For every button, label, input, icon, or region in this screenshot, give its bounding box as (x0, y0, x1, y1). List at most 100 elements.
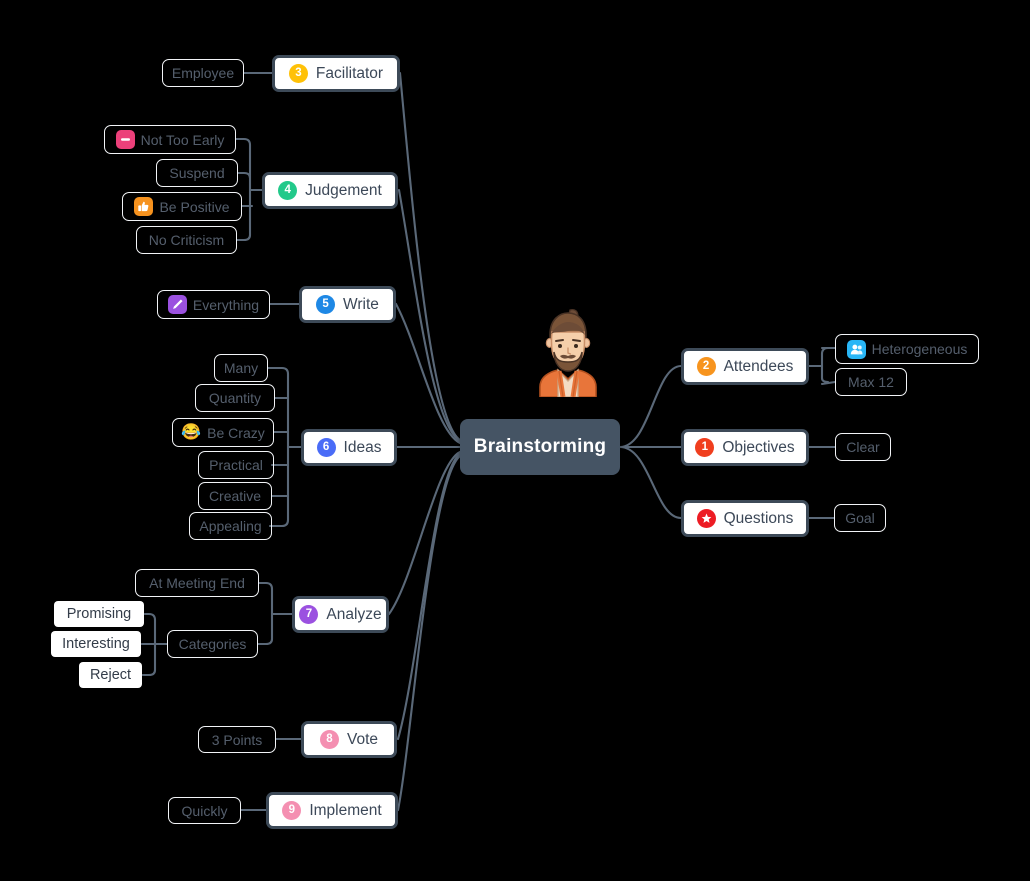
edge-ideas-c1 (266, 366, 290, 376)
thumbs-up-icon-glyph (138, 201, 149, 212)
leaf-node-quickly[interactable]: Quickly (168, 797, 241, 824)
leaf-node-appealing-label: Appealing (199, 518, 262, 534)
main-node-vote-label: Vote (346, 730, 379, 748)
badge-3: 3 (288, 64, 308, 83)
mindmap-canvas: Brainstorming 2 Attendees Heterogeneous … (0, 0, 1030, 881)
leaf-node-3-points-label: 3 Points (211, 731, 263, 748)
edge-analyze-c1 (257, 581, 274, 591)
main-node-write-label: Write (343, 295, 379, 313)
leaf-node-no-criticism[interactable]: No Criticism (136, 226, 237, 254)
main-node-objectives-label: Objectives (722, 438, 795, 456)
main-node-ideas[interactable]: 6 Ideas (301, 429, 397, 466)
badge-9: 9 (282, 801, 302, 820)
leaf-node-at-meeting-end[interactable]: At Meeting End (135, 569, 259, 597)
edge-root-vote (396, 452, 462, 741)
main-node-ideas-label: Ideas (343, 438, 382, 456)
leaf-node-heterogeneous[interactable]: Heterogeneous (835, 334, 979, 364)
thumbs-up-icon (134, 197, 154, 216)
leaf-node-not-too-early-label: Not Too Early (140, 131, 225, 148)
main-node-questions[interactable]: Questions (681, 500, 809, 537)
leaf-node-goal[interactable]: Goal (834, 504, 886, 532)
badge-1: 1 (695, 438, 715, 457)
edge-attendees-max (820, 380, 837, 386)
main-node-vote[interactable]: 8 Vote (301, 721, 397, 758)
bearded-man-avatar (530, 305, 606, 398)
leaf-node-suspend[interactable]: Suspend (156, 159, 238, 187)
edge-attendees-corner-bot (820, 376, 830, 384)
main-node-facilitator[interactable]: 3 Facilitator (272, 55, 400, 92)
badge-4: 4 (278, 181, 298, 200)
main-node-implement[interactable]: 9 Implement (266, 792, 398, 829)
edge-root-facilitator (398, 71, 462, 442)
main-node-implement-label: Implement (309, 801, 382, 819)
leaf-node-categories-label: Categories (178, 636, 247, 652)
leaf-node-quantity[interactable]: Quantity (195, 384, 275, 412)
main-node-judgement[interactable]: 4 Judgement (262, 172, 398, 209)
edge-root-write (394, 302, 462, 445)
leaf-node-everything[interactable]: Everything (157, 290, 270, 319)
edge-categories-c3 (140, 668, 157, 677)
leaf-node-employee[interactable]: Employee (162, 59, 244, 87)
people-icon (846, 339, 866, 359)
leaf-node-categories[interactable]: Categories (167, 630, 258, 658)
leaf-node-at-meeting-end-label: At Meeting End (149, 575, 245, 591)
leaf-node-be-positive-label: Be Positive (159, 198, 230, 215)
leaf-node-practical[interactable]: Practical (198, 451, 274, 479)
leaf-node-appealing[interactable]: Appealing (189, 512, 272, 540)
leaf-node-promising[interactable]: Promising (54, 601, 144, 627)
pen-icon-glyph (173, 299, 183, 309)
main-node-attendees[interactable]: 2 Attendees (681, 348, 809, 385)
badge-6: 6 (316, 438, 336, 457)
leaf-node-clear-label: Clear (846, 439, 880, 455)
badge-2: 2 (696, 357, 716, 376)
no-entry-icon (115, 130, 135, 149)
main-node-write[interactable]: 5 Write (299, 286, 396, 323)
leaf-node-creative[interactable]: Creative (198, 482, 272, 510)
laughing-emoji-icon: 😂 (181, 423, 202, 441)
leaf-node-reject-label: Reject (89, 667, 132, 683)
main-node-facilitator-label: Facilitator (315, 64, 384, 82)
leaf-node-quantity-label: Quantity (208, 390, 262, 406)
edge-root-analyze (387, 450, 462, 616)
leaf-node-be-positive[interactable]: Be Positive (122, 192, 242, 221)
leaf-node-not-too-early[interactable]: Not Too Early (104, 125, 236, 154)
leaf-node-heterogeneous-label: Heterogeneous (871, 341, 968, 357)
edge-analyze-c2 (256, 637, 274, 646)
root-label: Brainstorming (473, 436, 607, 457)
leaf-node-quickly-label: Quickly (181, 802, 228, 819)
main-node-analyze[interactable]: 7 Analyze (292, 596, 389, 633)
main-node-objectives[interactable]: 1 Objectives (681, 429, 809, 466)
leaf-node-clear[interactable]: Clear (835, 433, 891, 461)
edge-root-judgement (397, 188, 462, 443)
pen-icon (167, 295, 187, 314)
leaf-node-interesting-label: Interesting (62, 636, 130, 652)
edge-root-questions (618, 445, 683, 520)
main-node-attendees-label: Attendees (723, 357, 794, 375)
leaf-node-everything-label: Everything (192, 296, 260, 313)
edge-categories-c1 (142, 612, 157, 622)
leaf-node-reject[interactable]: Reject (79, 662, 142, 688)
edge-attendees-corner-top (820, 346, 830, 356)
leaf-node-3-points[interactable]: 3 Points (198, 726, 276, 753)
leaf-node-goal-label: Goal (845, 510, 875, 526)
edge-judgement-c4 (235, 233, 252, 242)
main-node-analyze-label: Analyze (326, 605, 382, 623)
edge-judgement-c2 (236, 171, 252, 180)
edge-judgement-c1 (234, 137, 252, 147)
people-icon-glyph (850, 344, 863, 354)
leaf-node-suspend-label: Suspend (169, 165, 225, 181)
edge-ideas-c6 (268, 518, 290, 528)
leaf-node-many[interactable]: Many (214, 354, 268, 382)
leaf-node-max-12[interactable]: Max 12 (835, 368, 907, 396)
avatar-illustration (539, 308, 597, 398)
leaf-node-interesting[interactable]: Interesting (51, 631, 141, 657)
no-entry-icon-glyph (120, 138, 130, 141)
main-node-judgement-label: Judgement (305, 181, 382, 199)
root-node-brainstorming[interactable]: Brainstorming (460, 419, 620, 475)
star-badge-icon (696, 509, 716, 528)
leaf-node-no-criticism-label: No Criticism (148, 232, 225, 248)
leaf-node-promising-label: Promising (66, 606, 132, 622)
leaf-node-be-crazy[interactable]: 😂 Be Crazy (172, 418, 274, 447)
badge-5: 5 (316, 295, 336, 314)
leaf-node-max-12-label: Max 12 (848, 374, 894, 390)
